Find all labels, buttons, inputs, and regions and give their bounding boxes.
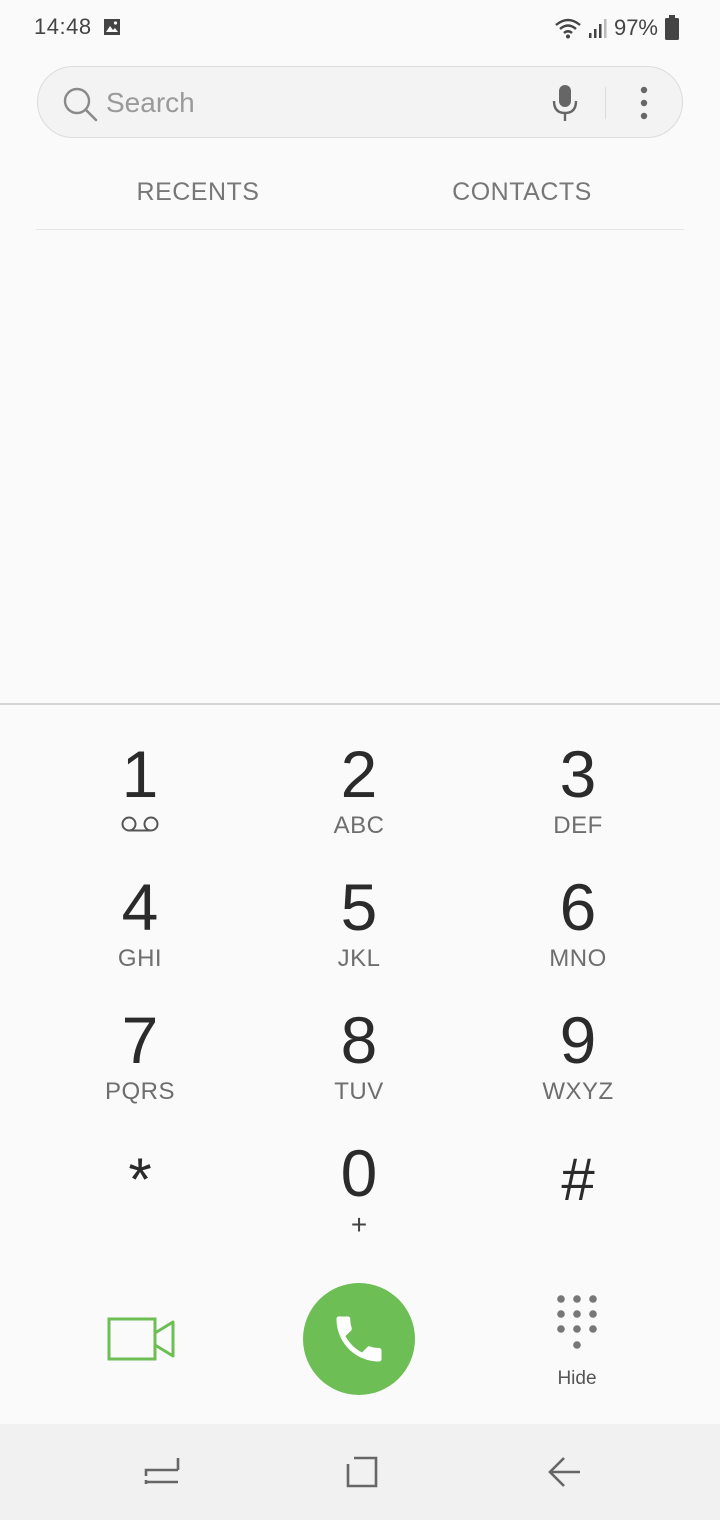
key-digit: 6: [559, 870, 597, 944]
key-8[interactable]: 8 TUV: [249, 971, 469, 1105]
call-button[interactable]: [303, 1283, 415, 1395]
home-icon[interactable]: [344, 1454, 380, 1490]
navigation-bar: [0, 1424, 720, 1520]
key-4[interactable]: 4 GHI: [30, 838, 250, 972]
key-letters: PQRS: [104, 1078, 175, 1105]
image-icon: [104, 19, 120, 35]
tab-contacts[interactable]: CONTACTS: [360, 150, 684, 229]
search-icon: [63, 87, 98, 122]
voicemail-icon: [121, 816, 159, 832]
key-2[interactable]: 2 ABC: [249, 705, 469, 839]
key-letters: MNO: [549, 945, 607, 972]
recent-apps-icon[interactable]: [144, 1454, 180, 1490]
key-letters: WXYZ: [542, 1078, 614, 1105]
key-6[interactable]: 6 MNO: [468, 838, 688, 972]
tab-bar: RECENTS CONTACTS: [36, 150, 684, 230]
key-letters: ABC: [333, 812, 385, 839]
key-1[interactable]: 1: [30, 705, 250, 837]
search-input[interactable]: [106, 81, 506, 125]
key-digit: 8: [340, 1003, 378, 1077]
tab-recents[interactable]: RECENTS: [36, 150, 360, 229]
key-letters: DEF: [553, 812, 603, 839]
dialpad-icon: [557, 1295, 597, 1349]
key-digit: 7: [121, 1003, 159, 1077]
microphone-icon[interactable]: [550, 83, 580, 123]
key-digit: 0: [340, 1136, 378, 1210]
key-digit: 4: [121, 870, 159, 944]
key-3[interactable]: 3 DEF: [468, 705, 688, 839]
hide-keypad-button[interactable]: Hide: [537, 1292, 617, 1392]
status-bar: 14:48 97%: [0, 0, 720, 56]
phone-icon: [336, 1316, 382, 1362]
key-7[interactable]: 7 PQRS: [30, 971, 250, 1105]
key-digit: *: [128, 1146, 152, 1213]
dialer-screen: 14:48 97% Search RECENTS CONTACTS 1 2 AB…: [0, 0, 720, 1520]
video-call-icon[interactable]: [106, 1314, 176, 1364]
status-right: 97%: [554, 14, 680, 42]
key-letters: GHI: [117, 945, 163, 972]
key-letters: JKL: [337, 945, 381, 972]
key-letters: TUV: [334, 1078, 384, 1105]
key-digit: #: [561, 1146, 595, 1213]
key-plus: +: [350, 1209, 368, 1240]
key-digit: 9: [559, 1003, 597, 1077]
key-digit: 3: [559, 737, 597, 811]
wifi-icon: [555, 18, 581, 39]
search-divider: [605, 87, 606, 119]
key-hash[interactable]: #: [468, 1104, 688, 1236]
key-0[interactable]: 0 +: [249, 1104, 469, 1240]
key-digit: 1: [121, 737, 159, 811]
hide-label: Hide: [557, 1368, 597, 1389]
more-options-icon[interactable]: [634, 85, 654, 121]
key-star[interactable]: *: [30, 1104, 250, 1236]
key-5[interactable]: 5 JKL: [249, 838, 469, 972]
battery-percent: 97%: [613, 15, 658, 40]
back-icon[interactable]: [546, 1454, 582, 1490]
signal-icon: [588, 19, 607, 38]
key-9[interactable]: 9 WXYZ: [468, 971, 688, 1105]
battery-icon: [665, 15, 679, 40]
status-time: 14:48: [34, 14, 92, 39]
key-digit: 5: [340, 870, 378, 944]
key-digit: 2: [340, 737, 378, 811]
search-bar[interactable]: [37, 66, 683, 138]
